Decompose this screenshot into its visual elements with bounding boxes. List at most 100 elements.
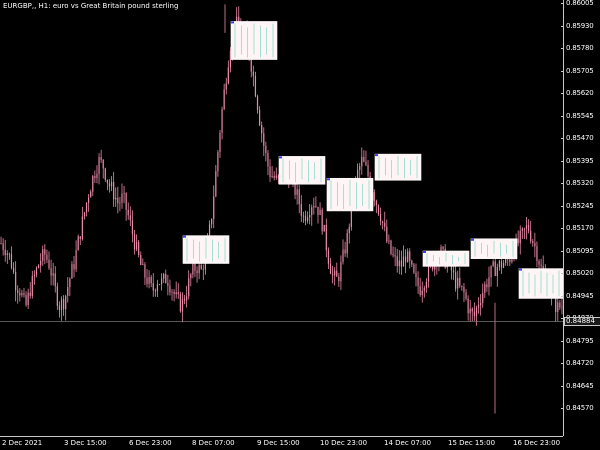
price-tick-label: 0.85245 [566,201,594,210]
candle-body [363,156,365,162]
candle-body [37,265,40,268]
price-tick-mark [561,340,564,342]
candle-body [200,265,202,269]
candle-body [407,251,409,263]
candle-body [494,261,496,276]
candle-body [386,226,388,242]
candle-body [81,216,83,239]
candle-body [52,273,54,276]
candle-body [152,283,154,291]
candle-body [108,183,111,187]
candle-body [169,285,171,293]
candle-body [173,291,175,295]
price-tick-mark [561,363,564,364]
candle-body [327,250,330,264]
candle-body [480,302,482,306]
zone-marker [327,178,330,181]
candle-body [500,260,503,268]
candle-body [411,260,413,265]
candle-body [125,193,127,210]
candle-body [25,295,27,305]
candle-body [323,224,325,232]
time-tick-label: 16 Dec 23:00 [513,439,561,447]
candle-body [117,197,119,204]
candle-body [427,264,430,282]
price-tick-label: 0.85545 [566,111,594,120]
candle-body [267,153,269,167]
candle-body [79,236,81,239]
candle-body [273,175,275,178]
candle-body [58,305,61,310]
candle-body [142,264,144,266]
candle-body [186,296,188,301]
candle-body [154,290,156,292]
candle-body [519,230,521,244]
zone-marker [471,238,474,241]
candle-body [33,274,36,277]
candle-body [40,260,42,266]
candle-body [334,270,336,276]
price-tick-mark [561,408,564,409]
candle-body [467,298,469,314]
zone-marker [375,154,378,157]
time-tick-label: 9 Dec 15:00 [257,439,300,447]
price-tick-label: 0.85620 [566,89,594,97]
candle-body [75,250,77,270]
price-tick-mark [561,273,564,274]
price-tick-mark [561,160,564,162]
candle-body [344,249,346,254]
candle-body [202,268,204,270]
candle-body [194,263,196,271]
candle-body [482,292,484,303]
price-tick-mark [561,48,564,49]
candle-body [175,292,177,295]
time-axis[interactable]: 2 Dec 2021 3 Dec 15:00 6 Dec 23:00 8 Dec 07… [0,436,563,450]
candle-body [10,254,13,268]
price-tick-label: 0.85930 [566,21,594,30]
candle-body [56,286,58,306]
candle-body [346,233,348,254]
candle-body [94,175,96,179]
candle-body [148,277,150,284]
candle-body [167,283,169,286]
candle-body [373,192,375,201]
candle-body [394,255,396,257]
candle-body [459,277,461,286]
candle-body [419,286,421,295]
candle-body [311,207,313,216]
candle-body [338,276,340,282]
candle-body [192,263,194,275]
price-axis[interactable]: 0.86005 0.85930 0.85780 0.85705 0.85620 0.855… [561,0,600,436]
candle-body [171,291,173,293]
candle-body [77,236,79,251]
time-tick-label: 14 Dec 07:00 [384,439,432,447]
candle-body [536,246,538,261]
candle-body [302,215,304,217]
candle-body [532,241,534,243]
chart-area[interactable]: EURGBP,, H1: euro vs Great Britain pound… [0,0,563,436]
candle-body [463,286,465,293]
candle-body [521,228,523,231]
candle-body [85,202,88,213]
candle-body [473,311,475,317]
price-tick-label: 0.84645 [566,381,594,390]
candle-body [498,260,501,267]
candle-body [388,240,390,242]
candle-body [106,179,108,184]
candle-body [259,109,261,125]
candle-body [12,267,15,272]
time-tick-label: 10 Dec 23:00 [320,439,368,447]
candle-body [190,274,192,279]
candle-body [486,284,488,288]
candle-body [263,133,265,146]
candle-body [8,253,10,255]
candle-body [196,270,198,274]
candle-body [29,292,31,296]
price-chart[interactable] [0,0,563,436]
candle-body [27,292,29,305]
candle-body [6,253,8,256]
candle-body [421,290,423,295]
candle-body [319,209,321,216]
candle-body [475,307,478,317]
candle-body [158,284,161,286]
